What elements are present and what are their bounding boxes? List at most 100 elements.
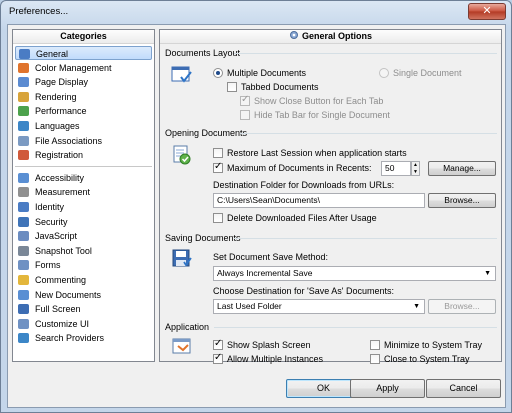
sidebar-item-label: Performance: [35, 106, 87, 117]
commenting-icon: [18, 275, 29, 285]
security-icon: [18, 216, 29, 227]
sidebar-separator: [15, 165, 152, 167]
save-as-destination-select[interactable]: Last Used Folder ▼: [213, 299, 425, 314]
sidebar-item-search-providers[interactable]: Search Providers: [15, 331, 152, 345]
preferences-window: Preferences... ✕ Categories General Color…: [0, 0, 512, 413]
languages-icon: [18, 121, 29, 131]
show-splash-checkbox[interactable]: [213, 338, 223, 350]
save-method-value: Always Incremental Save: [217, 268, 313, 278]
color-management-icon: [18, 62, 29, 73]
tabbed-documents-checkbox[interactable]: [227, 82, 237, 92]
delete-downloaded-label: Delete Downloaded Files After Usage: [227, 213, 377, 223]
maximum-recents-spinner[interactable]: ▲ ▼: [411, 161, 420, 176]
sidebar-item-label: New Documents: [35, 289, 102, 300]
accessibility-icon: [18, 172, 29, 183]
divider: [240, 133, 497, 134]
sidebar-item-registration[interactable]: Registration: [15, 148, 152, 162]
sidebar-item-performance[interactable]: Performance: [15, 104, 152, 118]
sidebar-item-accessibility[interactable]: Accessibility: [15, 171, 152, 185]
sidebar-item-commenting[interactable]: Commenting: [15, 273, 152, 287]
snapshot-tool-icon: [18, 245, 29, 256]
sidebar-item-label: Registration: [35, 150, 84, 161]
javascript-icon: [18, 231, 29, 242]
sidebar-item-label: JavaScript: [35, 231, 78, 242]
hide-tab-bar-label: Hide Tab Bar for Single Document: [254, 110, 390, 120]
apply-button[interactable]: Apply: [350, 379, 425, 398]
sidebar-item-label: Security: [35, 216, 68, 227]
sidebar-item-file-associations[interactable]: File Associations: [15, 134, 152, 148]
categories-header: Categories: [13, 30, 154, 44]
sidebar-item-label: Snapshot Tool: [35, 245, 92, 256]
close-tray-label: Close to System Tray: [384, 354, 470, 364]
sidebar-item-page-display[interactable]: Page Display: [15, 75, 152, 89]
destination-browse-button[interactable]: Browse...: [428, 193, 496, 208]
categories-panel: Categories General Color Management Page D…: [12, 29, 155, 362]
maximum-recents-checkbox[interactable]: [213, 161, 223, 173]
save-as-browse-button[interactable]: Browse...: [428, 299, 496, 314]
sidebar-item-label: Page Display: [35, 77, 89, 88]
application-icon: [170, 336, 194, 358]
divider: [234, 53, 497, 54]
minimize-tray-label: Minimize to System Tray: [384, 340, 483, 350]
show-close-button-checkbox[interactable]: [240, 94, 250, 106]
opening-documents-icon: [170, 144, 194, 166]
sidebar-item-measurement[interactable]: Measurement: [15, 185, 152, 199]
file-associations-icon: [18, 135, 29, 146]
sidebar-item-identity[interactable]: Identity: [15, 200, 152, 214]
opening-documents-title: Opening Documents: [165, 128, 248, 138]
single-document-radio[interactable]: [379, 68, 389, 78]
sidebar-item-label: Measurement: [35, 187, 91, 198]
sidebar-item-languages[interactable]: Languages: [15, 119, 152, 133]
tabbed-documents-label: Tabbed Documents: [241, 82, 319, 92]
full-screen-icon: [18, 304, 29, 315]
sidebar-item-snapshot-tool[interactable]: Snapshot Tool: [15, 244, 152, 258]
multiple-instances-checkbox[interactable]: [213, 352, 223, 364]
sidebar-item-customize-ui[interactable]: Customize UI: [15, 317, 152, 331]
sidebar-item-javascript[interactable]: JavaScript: [15, 229, 152, 243]
restore-session-checkbox[interactable]: [213, 148, 223, 158]
cancel-button[interactable]: Cancel: [426, 379, 501, 398]
show-splash-label: Show Splash Screen: [227, 340, 311, 350]
divider: [234, 238, 497, 239]
performance-icon: [18, 106, 29, 117]
sidebar-item-general[interactable]: General: [15, 46, 152, 60]
general-options-panel: General Options Documents Layout Multipl…: [159, 29, 502, 364]
forms-icon: [18, 260, 29, 271]
save-as-destination-value: Last Used Folder: [217, 301, 282, 311]
saving-documents-title: Saving Documents: [165, 233, 241, 243]
save-as-destination-label: Choose Destination for 'Save As' Documen…: [213, 286, 395, 296]
title-bar[interactable]: Preferences... ✕: [1, 1, 511, 23]
sidebar-item-label: Commenting: [35, 275, 87, 285]
delete-downloaded-checkbox[interactable]: [213, 213, 223, 223]
hide-tab-bar-checkbox[interactable]: [240, 110, 250, 120]
sidebar-item-label: Customize UI: [35, 318, 90, 329]
close-button[interactable]: ✕: [468, 3, 506, 20]
sidebar-item-full-screen[interactable]: Full Screen: [15, 302, 152, 316]
save-method-select[interactable]: Always Incremental Save ▼: [213, 266, 496, 281]
manage-button[interactable]: Manage...: [428, 161, 496, 176]
identity-icon: [18, 202, 29, 212]
dialog-client: Categories General Color Management Page D…: [7, 24, 506, 408]
minimize-tray-checkbox[interactable]: [370, 340, 380, 350]
sidebar-item-label: Rendering: [35, 91, 77, 102]
rendering-icon: [18, 91, 29, 102]
restore-session-label: Restore Last Session when application st…: [227, 148, 407, 158]
sidebar-item-new-documents[interactable]: New Documents: [15, 288, 152, 302]
sidebar-item-forms[interactable]: Forms: [15, 258, 152, 272]
new-documents-icon: [18, 289, 29, 300]
save-method-label: Set Document Save Method:: [213, 252, 329, 262]
customize-ui-icon: [18, 318, 29, 329]
chevron-down-icon: ▼: [413, 303, 420, 310]
sidebar-item-rendering[interactable]: Rendering: [15, 90, 152, 104]
sidebar-item-security[interactable]: Security: [15, 215, 152, 229]
maximum-recents-input[interactable]: 50: [381, 161, 411, 176]
close-tray-checkbox[interactable]: [370, 354, 380, 364]
multiple-documents-radio[interactable]: [213, 68, 223, 78]
measurement-icon: [18, 187, 29, 198]
search-providers-icon: [18, 333, 29, 344]
sidebar-item-label: Search Providers: [35, 333, 105, 344]
sidebar-item-color-management[interactable]: Color Management: [15, 61, 152, 75]
destination-folder-input[interactable]: C:\Users\Sean\Documents\: [213, 193, 425, 208]
sidebar-item-label: Identity: [35, 202, 65, 212]
sidebar-item-label: General: [36, 49, 69, 59]
